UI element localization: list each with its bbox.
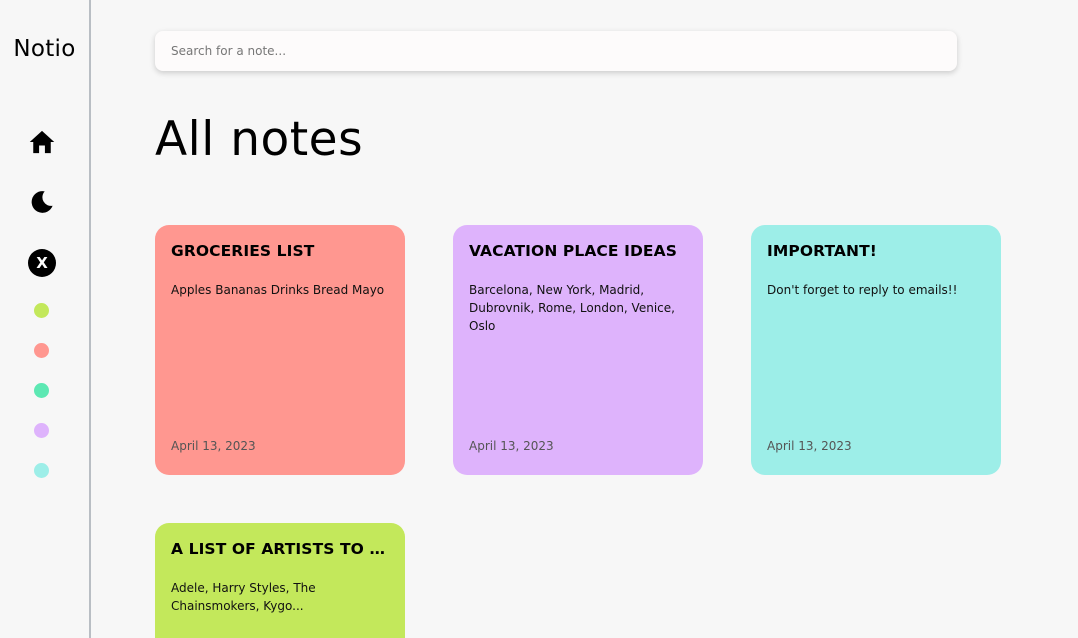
note-card[interactable]: A LIST OF ARTISTS TO LIS... Adele, Harry…	[155, 523, 405, 638]
color-dot-salmon[interactable]	[34, 343, 49, 358]
color-dot-cyan[interactable]	[34, 463, 49, 478]
close-icon[interactable]: X	[27, 248, 57, 278]
color-dot-green[interactable]	[34, 383, 49, 398]
moon-icon-graphic	[31, 191, 53, 213]
note-card[interactable]: IMPORTANT! Don't forget to reply to emai…	[751, 225, 1001, 475]
note-date: April 13, 2023	[767, 439, 852, 453]
color-dot-lime[interactable]	[34, 303, 49, 318]
note-title: GROCERIES LIST	[171, 242, 315, 260]
main-content: All notes GROCERIES LIST Apples Bananas …	[91, 0, 1078, 638]
search-input[interactable]	[155, 31, 957, 71]
home-icon[interactable]	[27, 127, 57, 157]
note-card[interactable]: VACATION PLACE IDEAS Barcelona, New York…	[453, 225, 703, 475]
color-dot-purple[interactable]	[34, 423, 49, 438]
moon-icon[interactable]	[27, 187, 57, 217]
note-title: VACATION PLACE IDEAS	[469, 242, 677, 260]
note-body: Don't forget to reply to emails!!	[767, 283, 958, 297]
note-date: April 13, 2023	[469, 439, 554, 453]
note-date: April 13, 2023	[171, 439, 256, 453]
note-card[interactable]: GROCERIES LIST Apples Bananas Drinks Bre…	[155, 225, 405, 475]
note-body: Adele, Harry Styles, The Chainsmokers, K…	[171, 581, 316, 613]
note-title: IMPORTANT!	[767, 242, 877, 260]
note-body: Apples Bananas Drinks Bread Mayo	[171, 283, 385, 297]
page-title: All notes	[155, 112, 364, 167]
note-body: Barcelona, New York, Madrid, Dubrovnik, …	[469, 283, 675, 333]
home-icon-graphic	[29, 130, 55, 154]
app-logo[interactable]: Notio	[0, 36, 89, 62]
close-icon-circle: X	[28, 249, 56, 277]
sidebar: Notio X	[0, 0, 91, 638]
note-title: A LIST OF ARTISTS TO LIS...	[171, 540, 389, 558]
